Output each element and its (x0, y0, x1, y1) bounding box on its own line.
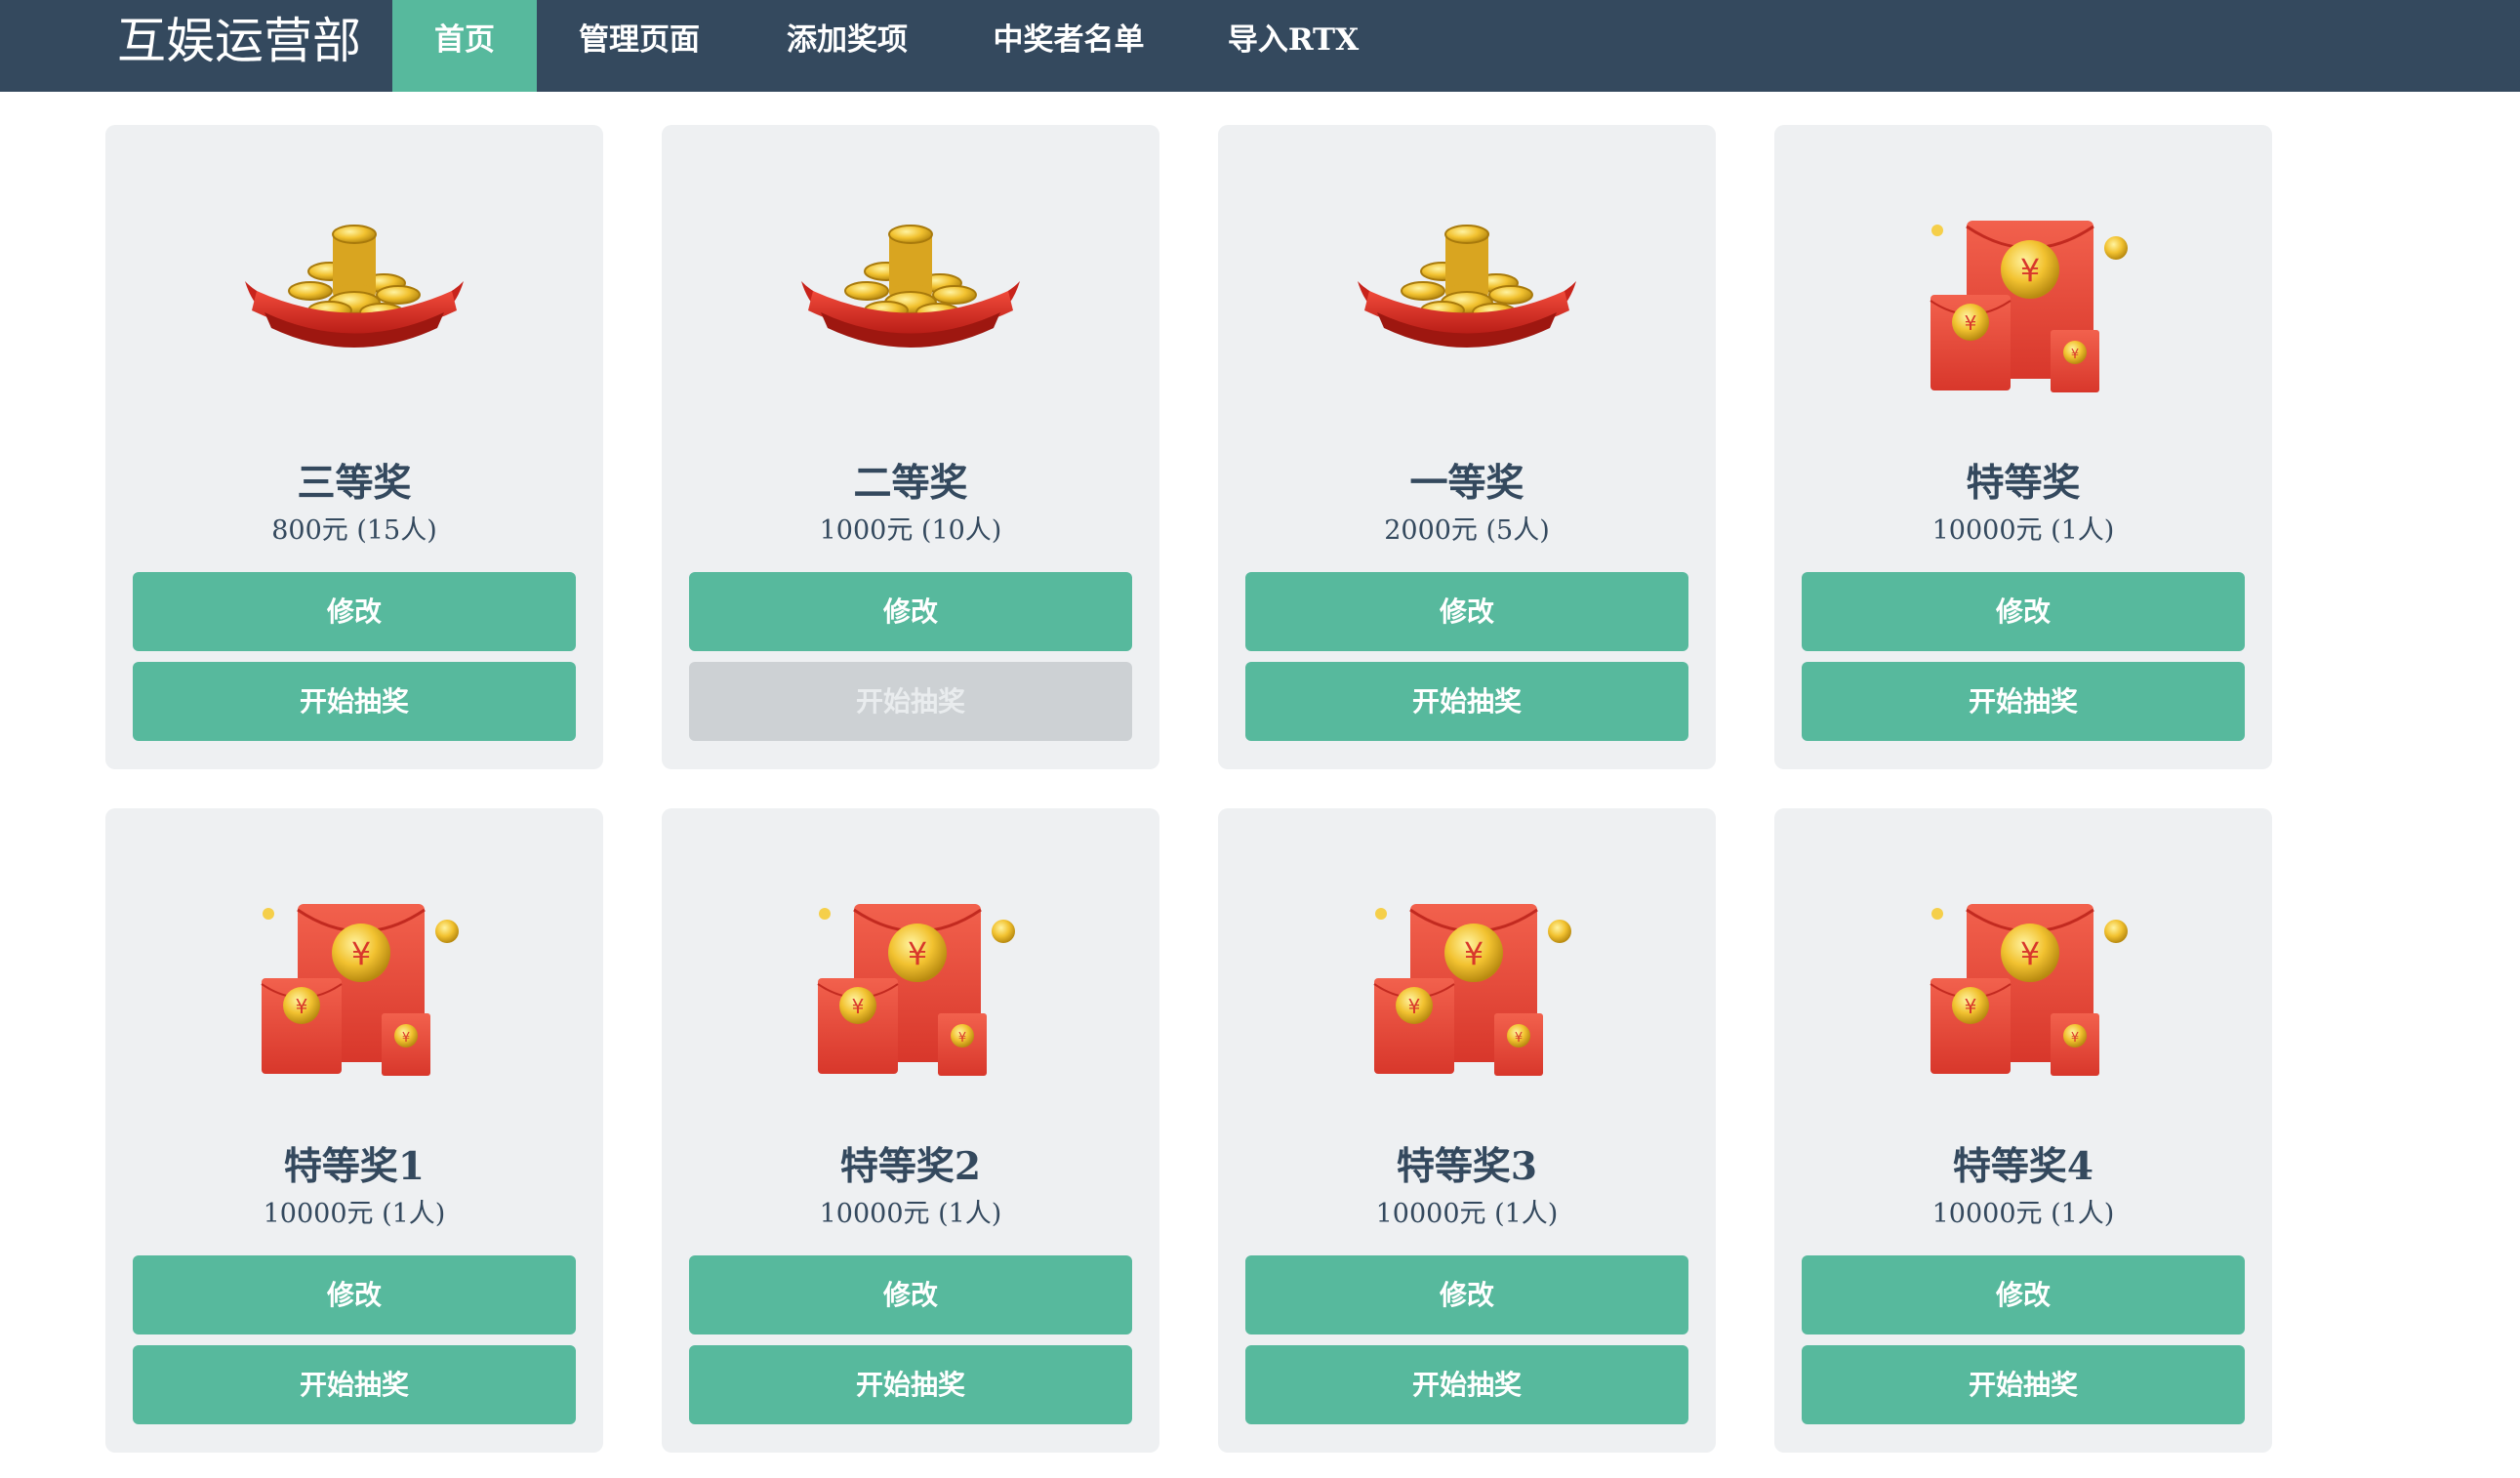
prize-name: 特等奖4 (1952, 1144, 2094, 1189)
prize-card: 特等奖 10000元 (1人) 修改 开始抽奖 (1774, 125, 2272, 769)
prize-name: 三等奖 (297, 461, 412, 506)
start-draw-button[interactable]: 开始抽奖 (1802, 1345, 2245, 1424)
prize-name: 二等奖 (853, 461, 968, 506)
edit-button[interactable]: 修改 (1802, 572, 2245, 651)
prize-amount: 10000元 (1人) (1931, 515, 2115, 546)
edit-button[interactable]: 修改 (133, 1255, 576, 1334)
brand-title: 互娱运营部 (117, 13, 361, 69)
red-envelope-icon (1916, 201, 2131, 396)
edit-button[interactable]: 修改 (1802, 1255, 2245, 1334)
nav-item-import-rtx[interactable]: 导入RTX (1210, 0, 1376, 92)
prize-amount: 1000元 (10人) (819, 515, 1002, 546)
edit-button[interactable]: 修改 (133, 572, 576, 651)
red-envelope-icon (1360, 884, 1574, 1080)
prize-amount: 10000元 (1人) (1931, 1199, 2115, 1229)
edit-button[interactable]: 修改 (1245, 1255, 1688, 1334)
red-envelope-icon (247, 884, 462, 1080)
red-envelope-icon (803, 884, 1018, 1080)
prize-amount: 800元 (15人) (271, 515, 437, 546)
prize-card: 二等奖 1000元 (10人) 修改 开始抽奖 (662, 125, 1159, 769)
start-draw-button-disabled: 开始抽奖 (689, 662, 1132, 741)
prize-name: 特等奖1 (283, 1144, 426, 1189)
nav-item-home[interactable]: 首页 (392, 0, 537, 92)
prize-card: 一等奖 2000元 (5人) 修改 开始抽奖 (1218, 125, 1716, 769)
nav-item-manage[interactable]: 管理页面 (547, 0, 732, 92)
gold-coins-icon (1350, 213, 1584, 369)
prize-amount: 2000元 (5人) (1384, 515, 1550, 546)
prize-amount: 10000元 (1人) (1375, 1199, 1559, 1229)
start-draw-button[interactable]: 开始抽奖 (689, 1345, 1132, 1424)
start-draw-button[interactable]: 开始抽奖 (1245, 1345, 1688, 1424)
gold-coins-icon (237, 213, 471, 369)
prize-card: 特等奖2 10000元 (1人) 修改 开始抽奖 (662, 808, 1159, 1453)
prize-amount: 10000元 (1人) (263, 1199, 446, 1229)
gold-coins-icon (793, 213, 1028, 369)
start-draw-button[interactable]: 开始抽奖 (133, 1345, 576, 1424)
prize-name: 特等奖 (1966, 461, 2081, 506)
start-draw-button[interactable]: 开始抽奖 (133, 662, 576, 741)
nav-item-winners[interactable]: 中奖者名单 (971, 0, 1166, 92)
start-draw-button[interactable]: 开始抽奖 (1802, 662, 2245, 741)
start-draw-button[interactable]: 开始抽奖 (1245, 662, 1688, 741)
prize-name: 一等奖 (1409, 461, 1524, 506)
edit-button[interactable]: 修改 (689, 1255, 1132, 1334)
prize-name: 特等奖3 (1396, 1144, 1538, 1189)
prize-amount: 10000元 (1人) (819, 1199, 1002, 1229)
nav-item-add-prize[interactable]: 添加奖项 (759, 0, 935, 92)
prize-card: 三等奖 800元 (15人) 修改 开始抽奖 (105, 125, 603, 769)
prize-card: 特等奖4 10000元 (1人) 修改 开始抽奖 (1774, 808, 2272, 1453)
edit-button[interactable]: 修改 (689, 572, 1132, 651)
prize-card: 特等奖1 10000元 (1人) 修改 开始抽奖 (105, 808, 603, 1453)
red-envelope-icon (1916, 884, 2131, 1080)
top-nav-bar: 互娱运营部 首页 管理页面 添加奖项 中奖者名单 导入RTX (0, 0, 2520, 92)
prize-name: 特等奖2 (839, 1144, 982, 1189)
edit-button[interactable]: 修改 (1245, 572, 1688, 651)
prize-card: 特等奖3 10000元 (1人) 修改 开始抽奖 (1218, 808, 1716, 1453)
